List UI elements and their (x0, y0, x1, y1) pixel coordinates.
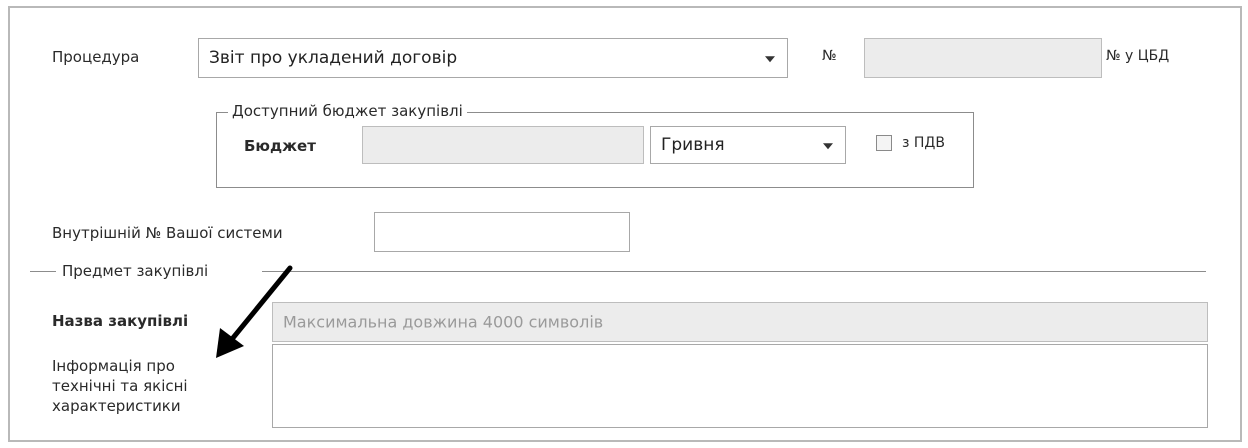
purchase-name-input[interactable]: Максимальна довжина 4000 символів (272, 302, 1208, 342)
arrow-icon (216, 265, 293, 358)
chevron-down-icon (765, 56, 775, 63)
chevron-down-icon (823, 143, 833, 150)
vat-label: з ПДВ (902, 135, 945, 151)
budget-label: Бюджет (244, 137, 316, 155)
purchase-name-placeholder: Максимальна довжина 4000 символів (283, 312, 604, 332)
section-divider-left (30, 271, 56, 272)
cbd-number-label: № у ЦБД (1106, 48, 1170, 64)
vat-checkbox[interactable] (876, 135, 892, 151)
budget-input[interactable] (362, 126, 644, 164)
number-input[interactable] (864, 38, 1102, 78)
tech-info-textarea[interactable] (272, 344, 1208, 428)
currency-select[interactable]: Гривня (650, 126, 846, 164)
budget-fieldset-legend: Доступний бюджет закупівлі (228, 102, 467, 120)
tech-info-label: Інформація про технічні та якісні характ… (52, 357, 188, 415)
procedure-select-value: Звіт про укладений договір (209, 48, 458, 68)
internal-number-label: Внутрішній № Вашої системи (52, 224, 283, 242)
purchase-name-label: Назва закупівлі (52, 312, 189, 330)
section-divider (262, 271, 1206, 272)
currency-select-value: Гривня (661, 135, 725, 155)
number-label: № (822, 48, 837, 64)
subject-section-legend: Предмет закупівлі (62, 262, 209, 280)
internal-number-input[interactable] (374, 212, 630, 252)
procedure-label: Процедура (52, 48, 140, 66)
procedure-select[interactable]: Звіт про укладений договір (198, 38, 788, 78)
